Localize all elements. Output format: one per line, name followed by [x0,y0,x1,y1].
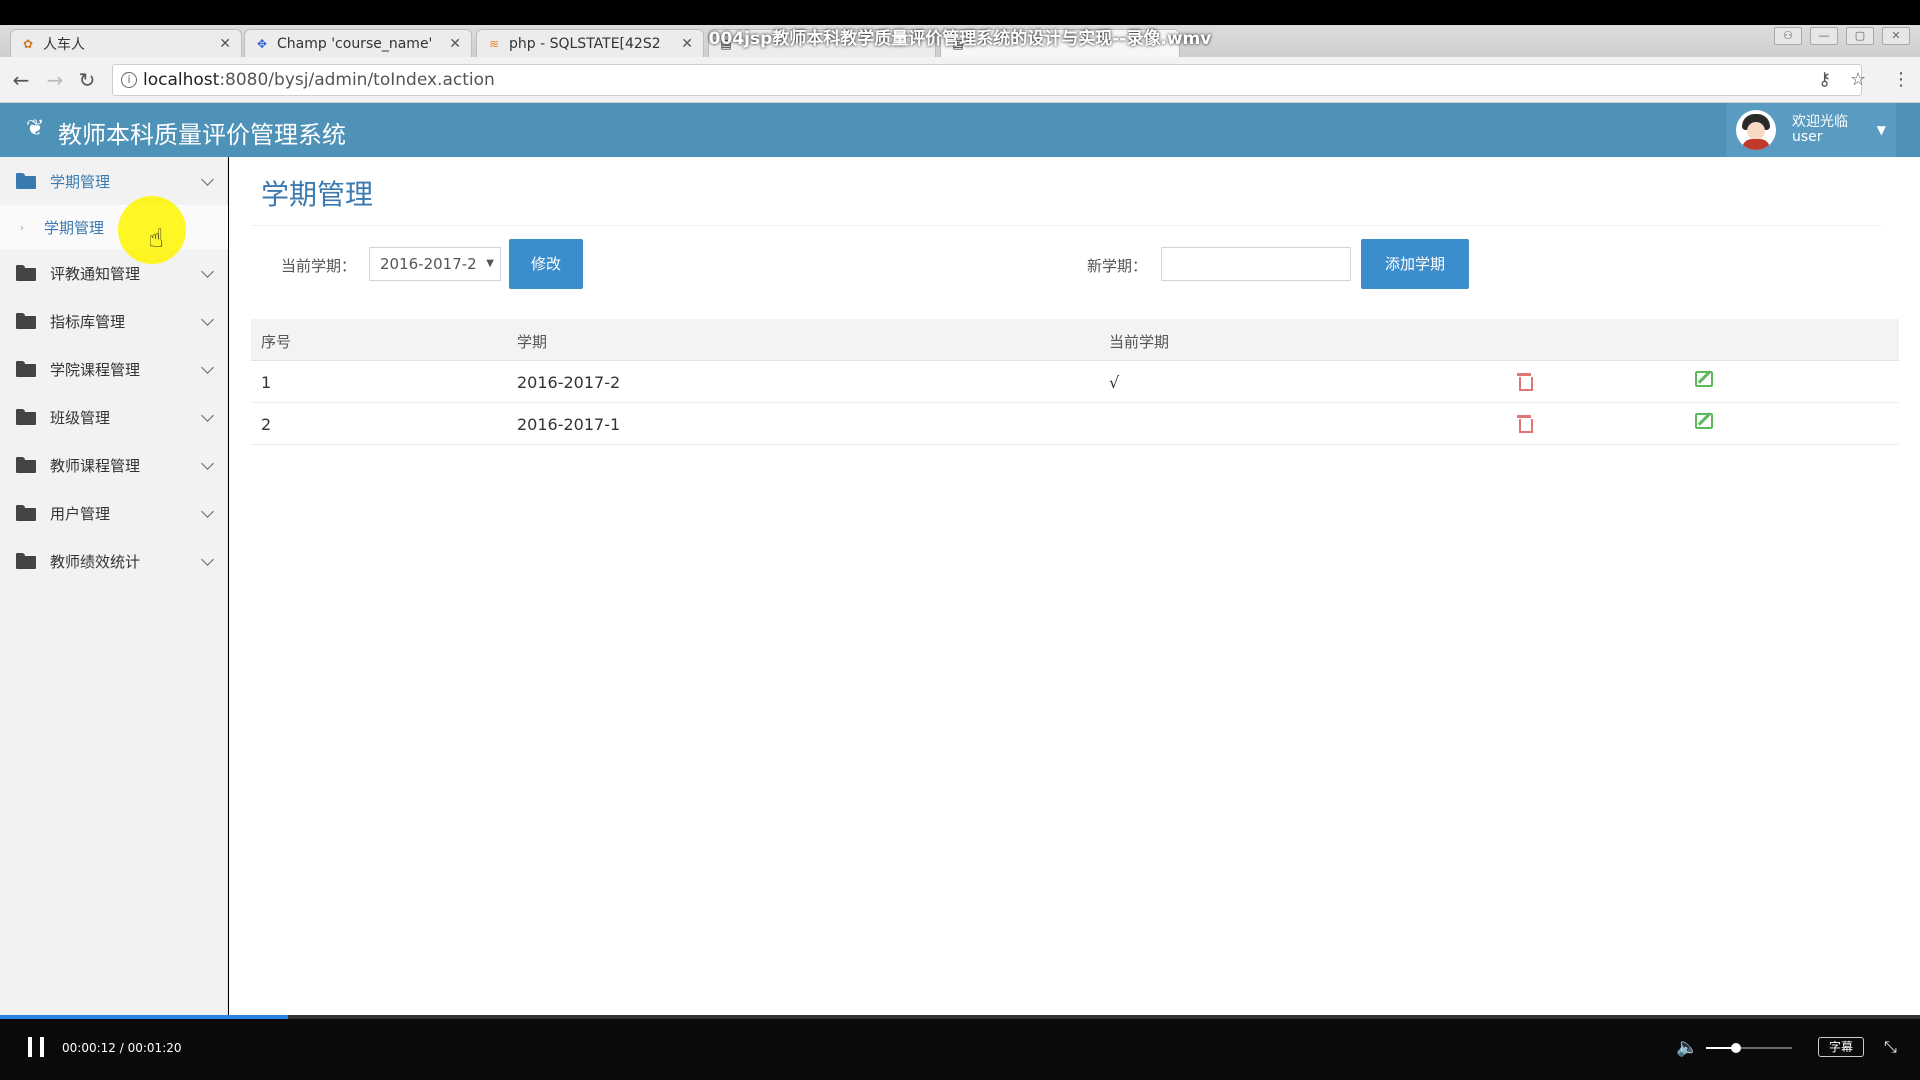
cell-index: 2 [261,415,272,434]
current-term-value: 2016-2017-2 [380,255,477,273]
volume-slider[interactable] [1706,1043,1792,1053]
key-icon[interactable]: ⚷ [1818,69,1831,90]
chevron-down-icon [201,312,214,326]
page-title: 学期管理 [261,178,374,211]
leaf-icon: ❦ [26,116,45,141]
new-term-input[interactable] [1161,247,1351,281]
sidebar-item-label: 教师课程管理 [50,456,141,475]
table-row: 2 2016-2017-1 [251,403,1899,445]
submenu-item-term-management[interactable]: › 学期管理 [0,205,228,249]
sidebar-item-user-management[interactable]: 用户管理 [0,489,228,537]
caret-down-icon[interactable]: ▼ [1877,123,1886,137]
sidebar-item-label: 教师绩效统计 [50,552,141,571]
sidebar-item-label: 用户管理 [50,504,111,523]
current-term-select[interactable]: 2016-2017-2 ▼ [369,247,501,281]
current-term-label: 当前学期： [281,257,357,275]
hand-cursor-icon: ☝ [148,224,164,254]
username: user [1792,129,1823,145]
sidebar-item-label: 学院课程管理 [50,360,141,379]
video-title: 004jsp教师本科教学质量评价管理系统的设计与实现--录像.wmv [708,29,1212,49]
star-icon[interactable]: ☆ [1850,69,1866,90]
folder-icon [16,313,36,329]
progress-bar[interactable] [0,1015,1920,1019]
screen: 004jsp教师本科教学质量评价管理系统的设计与实现--录像.wmv ✿ 人车人… [0,0,1920,1080]
cell-current: √ [1109,373,1120,392]
exit-fullscreen-icon[interactable]: ⤡ [1884,1037,1897,1057]
chevron-down-icon [201,360,214,374]
cell-index: 1 [261,373,272,392]
folder-icon [16,553,36,569]
volume-knob[interactable] [1731,1043,1742,1053]
sidebar-item-class-management[interactable]: 班级管理 [0,393,228,441]
column-header-index: 序号 [261,333,292,351]
folder-icon [16,505,36,521]
sidebar-item-performance-stats[interactable]: 教师绩效统计 [0,537,228,585]
chevron-down-icon [201,264,214,278]
sidebar-item-label: 班级管理 [50,408,111,427]
sidebar-item-teacher-course[interactable]: 教师课程管理 [0,441,228,489]
sidebar-item-label: 评教通知管理 [50,264,141,283]
sidebar-item-index-library[interactable]: 指标库管理 [0,297,228,345]
video-player-bar: 00:00:12 / 00:01:20 🔈 字幕 ⤡ [0,1015,1920,1080]
url-host: localhost [143,70,220,90]
total-time: 00:01:20 [127,1041,182,1055]
info-icon[interactable]: i [121,72,137,88]
folder-icon [16,361,36,377]
chevron-down-icon [201,456,214,470]
column-header-current: 当前学期 [1109,333,1170,351]
time-display: 00:00:12 / 00:01:20 [62,1041,182,1055]
sidebar-item-label: 学期管理 [50,172,111,191]
delete-icon[interactable] [1517,413,1533,433]
sidebar: 学期管理 › 学期管理 评教通知管理 指标库管理 学院课程管理 班级管理 教师课… [0,157,228,1015]
edit-icon[interactable] [1695,413,1713,429]
user-menu[interactable]: 欢迎光临 user ▼ [1726,103,1896,157]
url-path: :8080/bysj/admin/toIndex.action [219,70,495,90]
back-icon[interactable]: ← [8,67,34,93]
pause-icon[interactable] [28,1037,46,1057]
delete-icon[interactable] [1517,371,1533,391]
column-header-term: 学期 [517,333,548,351]
volume-icon[interactable]: 🔈 [1676,1037,1698,1058]
cell-term: 2016-2017-2 [517,373,621,392]
folder-icon [16,409,36,425]
modify-button[interactable]: 修改 [509,239,583,289]
new-term-label: 新学期： [1087,257,1148,275]
main-content: 学期管理 当前学期： 2016-2017-2 ▼ 修改 新学期： 添加学期 序号… [229,157,1920,1015]
sidebar-item-notice-management[interactable]: 评教通知管理 [0,249,228,297]
chevron-down-icon [201,172,214,186]
submenu-label: 学期管理 [44,219,105,237]
folder-icon [16,457,36,473]
forward-icon[interactable]: → [42,67,68,93]
chevron-down-icon [201,552,214,566]
divider [251,225,1881,226]
subtitle-button[interactable]: 字幕 [1818,1037,1864,1057]
folder-icon [16,265,36,281]
table-row: 1 2016-2017-2 √ [251,361,1899,403]
folder-open-icon [16,173,36,189]
reload-icon[interactable]: ↻ [74,67,100,93]
app-title: 教师本科质量评价管理系统 [58,121,346,149]
cell-term: 2016-2017-1 [517,415,621,434]
chevron-down-icon [201,408,214,422]
progress-fill [0,1015,288,1019]
edit-icon[interactable] [1695,371,1713,387]
sidebar-item-term-management[interactable]: 学期管理 [0,157,228,205]
add-term-button[interactable]: 添加学期 [1361,239,1469,289]
app-header: ❦ 教师本科质量评价管理系统 欢迎光临 user ▼ [0,103,1920,157]
address-bar: ← → ↻ i localhost:8080/bysj/admin/toInde… [0,57,1920,103]
dropdown-arrow-icon: ▼ [486,258,494,269]
chevron-down-icon [201,504,214,518]
bullet-icon: › [20,223,24,234]
sidebar-item-college-course[interactable]: 学院课程管理 [0,345,228,393]
menu-dots-icon[interactable]: ⋮ [1892,69,1910,90]
url-input[interactable]: i localhost:8080/bysj/admin/toIndex.acti… [112,64,1862,96]
avatar [1736,110,1776,150]
current-time: 00:00:12 [62,1041,116,1055]
welcome-text: 欢迎光临 [1792,114,1848,130]
sidebar-item-label: 指标库管理 [50,312,126,331]
table-header: 序号 学期 当前学期 [251,319,1899,361]
time-separator: / [119,1041,124,1055]
